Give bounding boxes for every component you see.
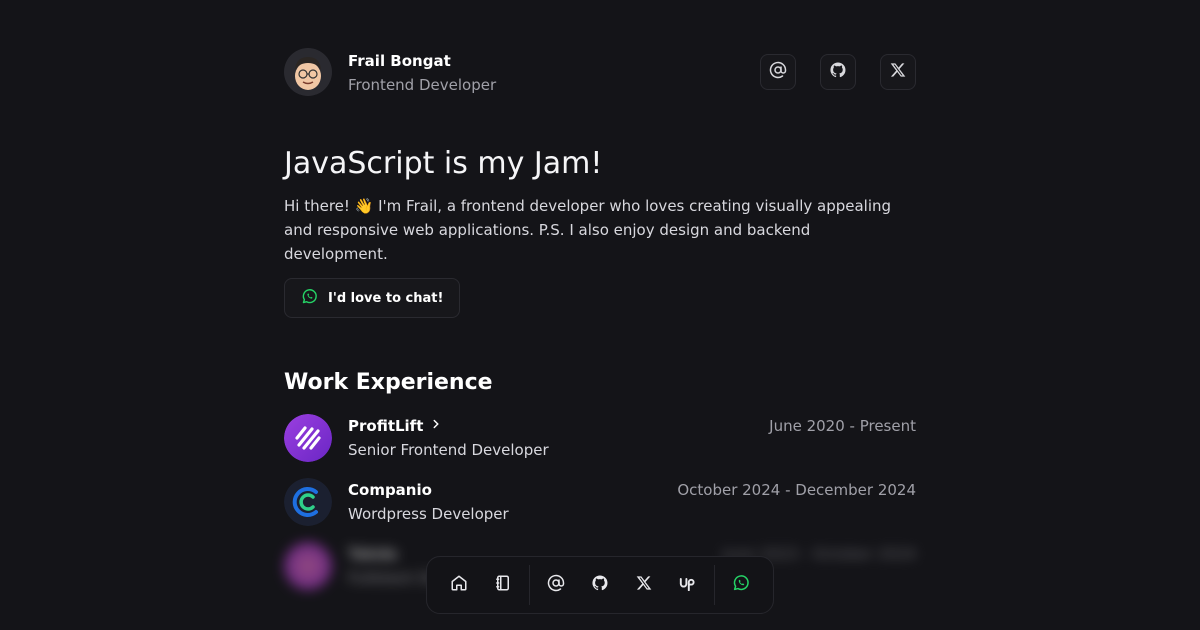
x-icon: [636, 575, 652, 595]
bottom-dock: [426, 556, 774, 614]
chevron-right-icon: [429, 416, 443, 436]
dock-home-button[interactable]: [437, 562, 481, 608]
upwork-icon: [678, 575, 698, 595]
notebook-icon: [494, 574, 512, 596]
job-dates: October 2024 - December 2024: [677, 481, 916, 499]
profile-text: Frail Bongat Frontend Developer: [348, 49, 496, 95]
job-text: Companio Wordpress Developer: [348, 478, 509, 526]
header: Frail Bongat Frontend Developer: [284, 48, 916, 96]
job-item[interactable]: ProfitLift Senior Frontend Developer Jun…: [284, 414, 916, 478]
company-label: Takda: [348, 545, 398, 563]
dock-github-button[interactable]: [578, 562, 622, 608]
avatar: [284, 48, 332, 96]
dock-x-button[interactable]: [622, 562, 666, 608]
job-dates: June 2020 - Present: [769, 417, 916, 435]
profile-name: Frail Bongat: [348, 52, 451, 70]
job-item[interactable]: Companio Wordpress Developer October 202…: [284, 478, 916, 542]
github-icon: [829, 61, 847, 83]
email-button[interactable]: [760, 54, 796, 90]
profitlift-logo: [284, 414, 332, 462]
hero-text: Hi there! 👋 I'm Frail, a frontend develo…: [284, 197, 892, 263]
github-icon: [591, 574, 609, 596]
job-position: Wordpress Developer: [348, 505, 509, 523]
work-experience-title: Work Experience: [284, 370, 493, 395]
job-text: ProfitLift Senior Frontend Developer: [348, 414, 549, 462]
dock-notebook-button[interactable]: [481, 562, 525, 608]
companio-logo: [284, 478, 332, 526]
at-icon: [547, 574, 565, 596]
company-label: Companio: [348, 481, 432, 499]
chat-button-label: I'd love to chat!: [328, 290, 444, 306]
hero-title: JavaScript is my Jam!: [284, 146, 603, 181]
takda-logo: [284, 542, 332, 590]
chat-button[interactable]: I'd love to chat!: [284, 278, 461, 318]
github-button[interactable]: [820, 54, 856, 90]
page-content: Frail Bongat Frontend Developer JavaScri…: [284, 48, 916, 606]
company-name: Companio: [348, 480, 509, 500]
profile: Frail Bongat Frontend Developer: [284, 48, 496, 96]
dock-divider: [714, 565, 715, 605]
home-icon: [450, 574, 468, 596]
job-left: Companio Wordpress Developer: [284, 478, 509, 526]
profile-role: Frontend Developer: [348, 76, 497, 94]
job-position: Senior Frontend Developer: [348, 441, 549, 459]
dock-divider: [529, 565, 530, 605]
company-name[interactable]: ProfitLift: [348, 416, 549, 436]
dock-upwork-button[interactable]: [666, 562, 710, 608]
x-icon: [890, 62, 906, 82]
at-icon: [769, 61, 787, 83]
dock-whatsapp-button[interactable]: [719, 562, 763, 608]
social-links: [760, 54, 916, 90]
company-label: ProfitLift: [348, 417, 424, 435]
whatsapp-icon: [301, 288, 318, 309]
whatsapp-icon: [732, 574, 750, 596]
job-left: ProfitLift Senior Frontend Developer: [284, 414, 549, 462]
x-button[interactable]: [880, 54, 916, 90]
dock-email-button[interactable]: [534, 562, 578, 608]
